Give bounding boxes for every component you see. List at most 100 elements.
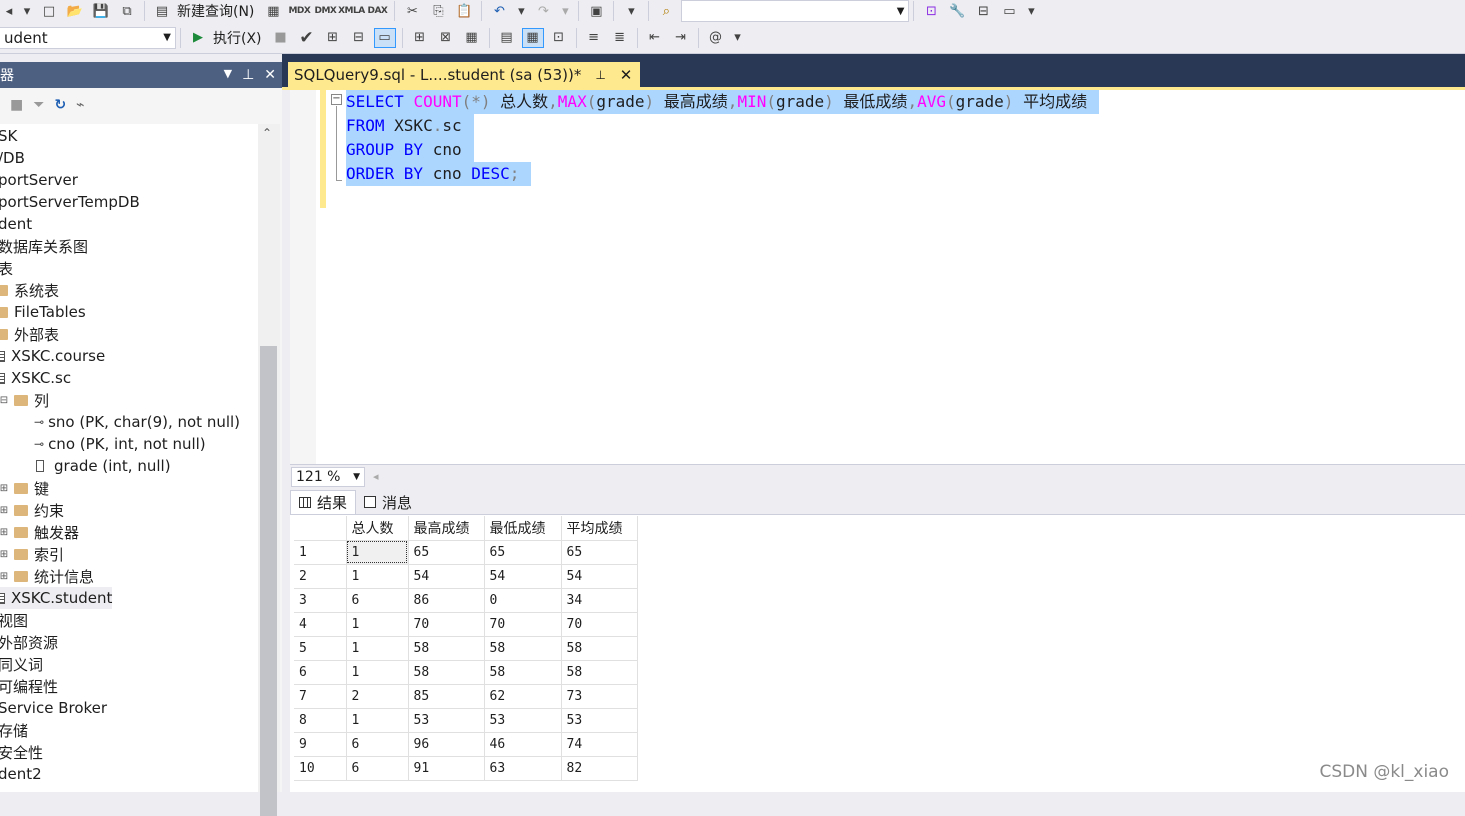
uncomment-lines-icon[interactable]: ≣ [609,28,631,48]
grid-cell[interactable]: 58 [408,636,485,661]
tree-node[interactable]: 存储 [0,719,28,741]
grid-cell[interactable]: 70 [561,612,638,637]
grid-cell[interactable]: 58 [408,660,485,685]
grid-cell[interactable]: 91 [408,756,485,781]
mdx-query-button[interactable]: MDX [288,1,310,21]
find-combo[interactable]: ▼ [681,0,910,22]
grid-cell[interactable]: 63 [484,756,562,781]
grid-cell[interactable]: 1 [346,660,409,685]
grid-cell[interactable]: 1 [346,612,409,637]
window-position-dropdown-icon[interactable]: ▼ [224,67,232,83]
paste-icon[interactable]: 📋 [453,1,475,21]
tree-node[interactable]: Service Broker [0,697,107,719]
grid-cell[interactable]: 54 [484,564,562,589]
toolbar-options-icon[interactable]: ▾ [1024,1,1038,21]
grid-cell[interactable]: 85 [408,684,485,709]
find-icon[interactable]: ⌕ [655,1,677,21]
grid-cell[interactable]: 70 [484,612,562,637]
tree-node[interactable]: ⊞ 统计信息 [0,565,94,587]
table-row[interactable]: 7 2 85 62 73 [294,684,638,709]
tree-node[interactable]: 安全性 [0,741,43,763]
table-row[interactable]: 4 1 70 70 70 [294,612,638,637]
results-to-grid-icon[interactable]: ▦ [521,27,544,48]
grid-cell[interactable]: 58 [561,660,638,685]
grid-cell[interactable]: 86 [408,588,485,613]
grid-cell[interactable]: 62 [484,684,562,709]
tree-node[interactable]: 同义词 [0,653,43,675]
row-number-cell[interactable]: 6 [294,660,347,685]
filter-icon[interactable]: ⏷ [33,97,44,113]
decrease-indent-icon[interactable]: ⇤ [644,28,666,48]
scroll-up-icon[interactable]: ⌃ [262,126,272,140]
grid-cell[interactable]: 1 [346,564,409,589]
row-number-cell[interactable]: 3 [294,588,347,613]
grid-cell[interactable]: 58 [561,636,638,661]
code-line-1[interactable]: SELECT COUNT(*) 总人数,MAX(grade) 最高成绩,MIN(… [346,90,1100,114]
grid-cell[interactable]: 53 [408,708,485,733]
tree-node[interactable]: 数据库关系图 [0,235,88,257]
tab-messages[interactable]: 消息 [356,490,420,514]
tree-node[interactable]: portServer [0,169,78,191]
tree-node[interactable]: /DB [0,147,25,169]
redo-dropdown-icon[interactable]: ▾ [558,1,572,21]
tree-node[interactable]: ⊸ sno (PK, char(9), not null) [34,411,240,433]
grid-cell[interactable]: 46 [484,732,562,757]
row-number-cell[interactable]: 10 [294,756,347,781]
tree-node[interactable]: XSKC.student [0,587,113,609]
live-query-stats-icon[interactable]: ⊠ [435,28,457,48]
scroll-left-icon[interactable]: ◂ [373,470,379,483]
grid-cell[interactable]: 6 [346,756,409,781]
new-query-button[interactable]: 新建查询(N) [177,1,254,21]
expand-toggle-icon[interactable]: ⊞ [0,483,10,494]
tree-node[interactable]: 表 [0,257,13,279]
grid-cell[interactable]: 53 [484,708,562,733]
code-line-3[interactable]: GROUP BY cno [346,138,474,162]
row-number-cell[interactable]: 8 [294,708,347,733]
tree-node[interactable]: ⊞ 键 [0,477,49,499]
expand-toggle-icon[interactable]: ⊞ [0,571,10,582]
column-header[interactable]: 总人数 [346,516,409,541]
tree-node[interactable]: grade (int, null) [34,455,171,477]
grid-cell[interactable]: 0 [484,588,562,613]
grid-cell[interactable]: 82 [561,756,638,781]
new-query-icon[interactable]: ▤ [151,1,173,21]
grid-cell[interactable]: 73 [561,684,638,709]
display-estimated-plan-icon[interactable]: ⊞ [322,28,344,48]
tree-node[interactable]: ⊞ 索引 [0,543,64,565]
back-icon[interactable]: ◂ [2,1,16,21]
execute-play-icon[interactable]: ▶ [187,28,209,48]
undo-dropdown-icon[interactable]: ▾ [514,1,528,21]
table-row[interactable]: 1 1 65 65 65 [294,540,638,565]
activity-monitor-icon[interactable]: ▣ [585,1,607,21]
object-explorer-scrollbar[interactable]: ⌃ [258,124,280,816]
tree-node[interactable]: XSKC.course [0,345,105,367]
tree-node[interactable]: SK [0,125,17,147]
results-to-text-icon[interactable]: ▤ [496,28,518,48]
row-number-cell[interactable]: 7 [294,684,347,709]
row-number-cell[interactable]: 2 [294,564,347,589]
tab-sqlquery9[interactable]: SQLQuery9.sql - L....student (sa (53))* … [288,62,641,87]
include-actual-plan-icon[interactable]: ⊞ [409,28,431,48]
execute-button[interactable]: 执行(X) [213,28,262,48]
collapse-icon[interactable]: − [331,94,342,105]
save-all-icon[interactable]: ⧉ [116,1,138,21]
tree-node[interactable]: portServerTempDB [0,191,140,213]
table-row[interactable]: 8 1 53 53 53 [294,708,638,733]
tab-results[interactable]: 结果 [290,490,357,514]
table-row[interactable]: 9 6 96 46 74 [294,732,638,757]
table-row[interactable]: 6 1 58 58 58 [294,660,638,685]
row-number-cell[interactable]: 4 [294,612,347,637]
grid-cell[interactable]: 6 [346,588,409,613]
scrollbar-thumb[interactable] [260,346,277,816]
row-number-cell[interactable]: 1 [294,540,347,565]
redo-icon[interactable]: ↷ [532,1,554,21]
cut-icon[interactable]: ✂ [401,1,423,21]
activity-icon[interactable]: ⌁ [76,97,84,113]
tree-node[interactable]: ⊞ 触发器 [0,521,79,543]
grid-cell[interactable]: 1 [346,708,409,733]
parse-checkmark-icon[interactable]: ✔ [296,28,318,48]
grid-cell[interactable]: 2 [346,684,409,709]
dropdown-arrow-icon[interactable]: ▾ [20,1,34,21]
column-header[interactable]: 平均成绩 [561,516,638,541]
zoom-selector[interactable]: 121 % ▼ [291,466,365,487]
